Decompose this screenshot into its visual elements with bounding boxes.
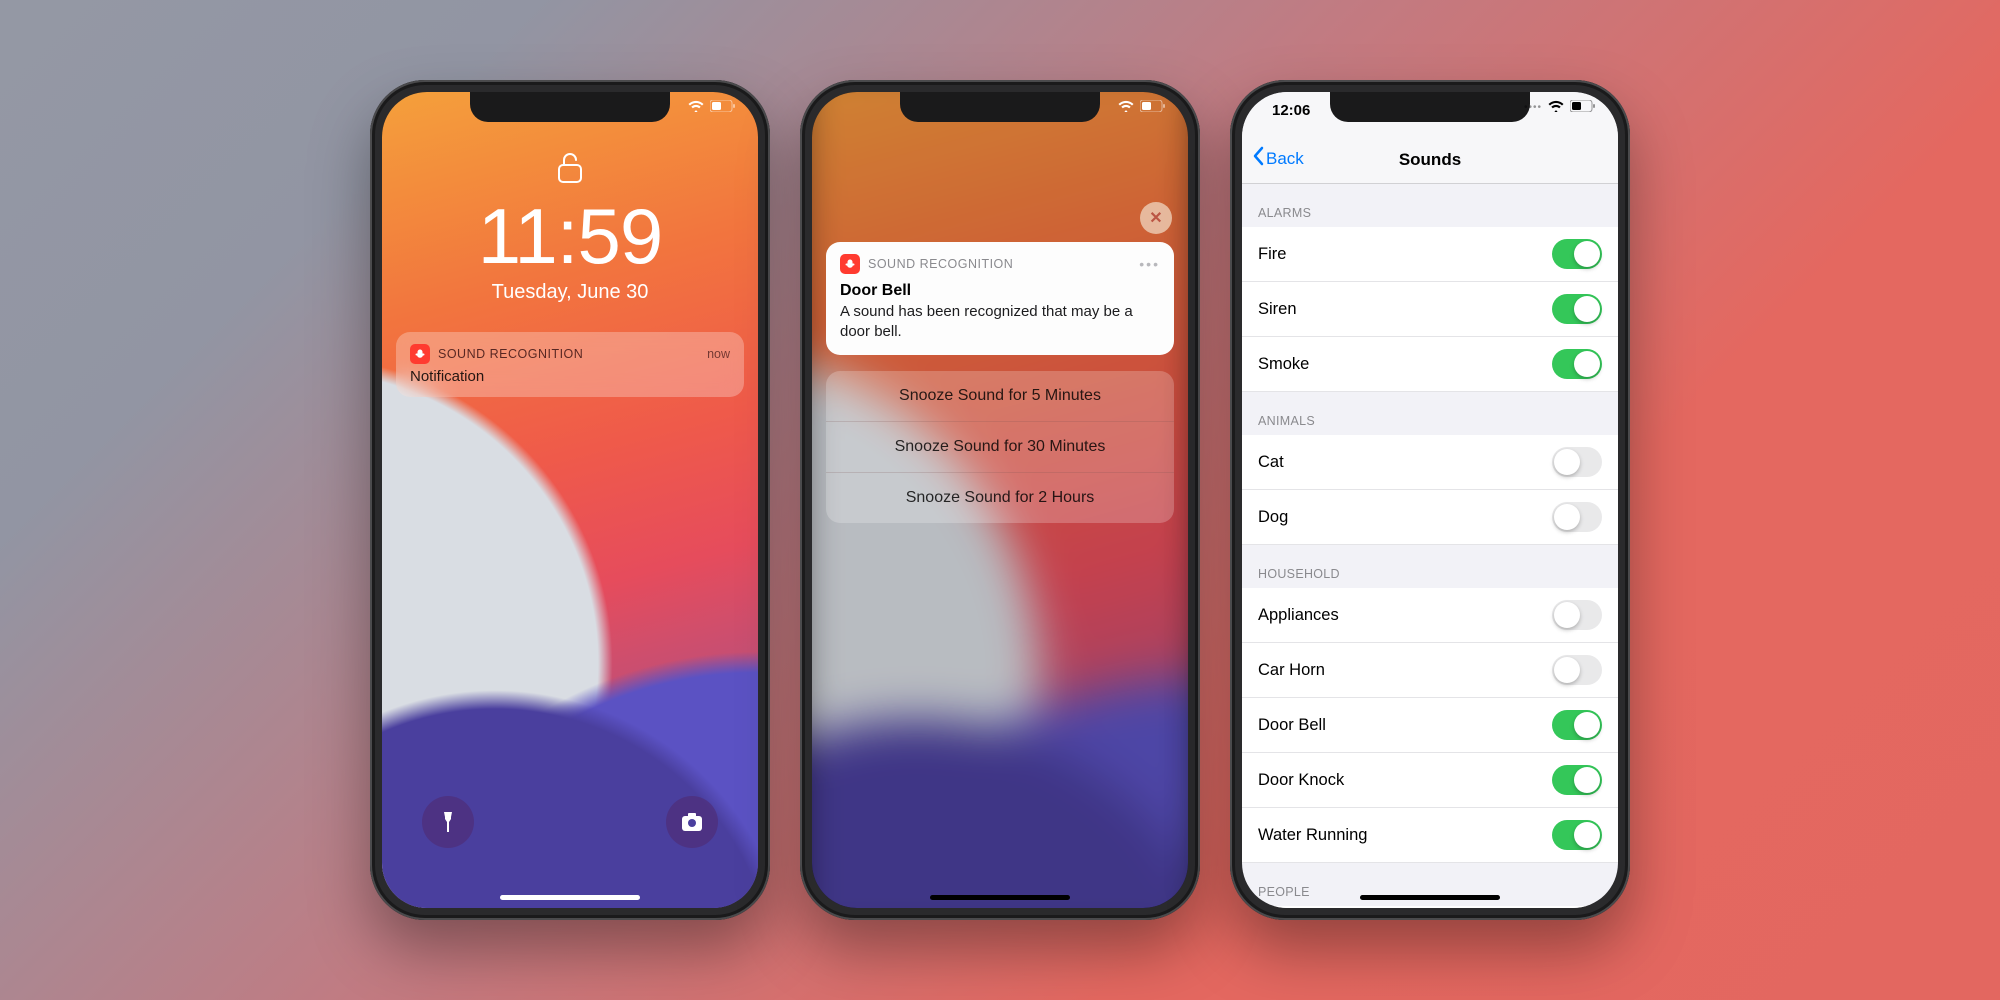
notification-timestamp: now — [707, 347, 730, 361]
close-icon: ✕ — [1149, 208, 1162, 228]
settings-row[interactable]: Smoke — [1242, 337, 1618, 392]
notification-app-name: SOUND RECOGNITION — [868, 257, 1131, 271]
section-header: ALARMS — [1242, 184, 1618, 227]
status-bar: •••• — [1524, 100, 1596, 115]
home-indicator[interactable] — [500, 895, 640, 900]
notification-actions: Snooze Sound for 5 Minutes Snooze Sound … — [826, 371, 1174, 523]
section-header: HOUSEHOLD — [1242, 545, 1618, 588]
settings-list[interactable]: ALARMS Fire Siren Smoke ANIMALS Cat Dog HOUSEHO… — [1242, 184, 1618, 908]
status-bar — [1118, 100, 1166, 115]
settings-row-label: Appliances — [1258, 606, 1339, 625]
settings-row[interactable]: Siren — [1242, 282, 1618, 337]
back-label: Back — [1266, 149, 1304, 169]
settings-row-label: Siren — [1258, 300, 1297, 319]
wifi-icon — [1548, 100, 1564, 115]
more-icon[interactable]: ••• — [1139, 256, 1160, 272]
settings-row-label: Door Bell — [1258, 716, 1326, 735]
notch — [470, 92, 670, 122]
lock-date: Tuesday, June 30 — [382, 281, 758, 304]
settings-row-label: Car Horn — [1258, 661, 1325, 680]
settings-row-label: Dog — [1258, 508, 1288, 527]
lock-time: 11:59 — [382, 197, 758, 275]
settings-row[interactable]: Baby Crying — [1242, 906, 1618, 908]
toggle-switch[interactable] — [1552, 447, 1602, 477]
section-header: ANIMALS — [1242, 392, 1618, 435]
home-indicator[interactable] — [1360, 895, 1500, 900]
toggle-switch[interactable] — [1552, 502, 1602, 532]
home-indicator[interactable] — [930, 895, 1070, 900]
sound-recognition-icon — [840, 254, 860, 274]
notification-expanded-card[interactable]: SOUND RECOGNITION ••• Door Bell A sound … — [826, 242, 1174, 355]
sound-recognition-icon — [410, 344, 430, 364]
battery-icon — [710, 100, 736, 115]
snooze-2hr-button[interactable]: Snooze Sound for 2 Hours — [826, 473, 1174, 523]
settings-row-label: Cat — [1258, 453, 1284, 472]
chevron-left-icon — [1252, 146, 1264, 171]
wifi-icon — [1118, 100, 1134, 115]
notification-app-name: SOUND RECOGNITION — [438, 347, 699, 361]
unlock-icon — [382, 152, 758, 191]
wifi-icon — [688, 100, 704, 115]
back-button[interactable]: Back — [1252, 146, 1304, 171]
close-button[interactable]: ✕ — [1140, 202, 1172, 234]
battery-icon — [1570, 100, 1596, 115]
notification-body: Notification — [410, 368, 730, 385]
toggle-switch[interactable] — [1552, 655, 1602, 685]
toggle-switch[interactable] — [1552, 239, 1602, 269]
settings-row[interactable]: Appliances — [1242, 588, 1618, 643]
settings-row[interactable]: Fire — [1242, 227, 1618, 282]
settings-row[interactable]: Door Knock — [1242, 753, 1618, 808]
settings-row-label: Water Running — [1258, 826, 1367, 845]
toggle-switch[interactable] — [1552, 820, 1602, 850]
snooze-5min-button[interactable]: Snooze Sound for 5 Minutes — [826, 371, 1174, 422]
toggle-switch[interactable] — [1552, 600, 1602, 630]
cell-signal-icon: •••• — [1524, 102, 1542, 113]
status-bar — [688, 100, 736, 115]
notch — [1330, 92, 1530, 122]
flashlight-button[interactable] — [422, 796, 474, 848]
toggle-switch[interactable] — [1552, 294, 1602, 324]
phone-notification-expanded: ✕ SOUND RECOGNITION ••• Door Bell A soun… — [800, 80, 1200, 920]
settings-row[interactable]: Water Running — [1242, 808, 1618, 863]
toggle-switch[interactable] — [1552, 765, 1602, 795]
settings-row[interactable]: Cat — [1242, 435, 1618, 490]
settings-row-label: Door Knock — [1258, 771, 1344, 790]
notification-title: Door Bell — [840, 282, 1160, 300]
settings-row-label: Fire — [1258, 245, 1286, 264]
snooze-30min-button[interactable]: Snooze Sound for 30 Minutes — [826, 422, 1174, 473]
settings-row[interactable]: Car Horn — [1242, 643, 1618, 698]
settings-row[interactable]: Door Bell — [1242, 698, 1618, 753]
notification-card[interactable]: SOUND RECOGNITION now Notification — [396, 332, 744, 397]
notch — [900, 92, 1100, 122]
settings-row-label: Smoke — [1258, 355, 1309, 374]
page-title: Sounds — [1399, 150, 1461, 170]
phone-lockscreen: 11:59 Tuesday, June 30 SOUND RECOGNITION… — [370, 80, 770, 920]
toggle-switch[interactable] — [1552, 349, 1602, 379]
phone-settings: 12:06 •••• Back Sounds ALARMS Fire Siren Sm… — [1230, 80, 1630, 920]
notification-message: A sound has been recognized that may be … — [840, 302, 1160, 341]
status-time: 12:06 — [1272, 102, 1310, 119]
battery-icon — [1140, 100, 1166, 115]
camera-button[interactable] — [666, 796, 718, 848]
settings-row[interactable]: Dog — [1242, 490, 1618, 545]
toggle-switch[interactable] — [1552, 710, 1602, 740]
